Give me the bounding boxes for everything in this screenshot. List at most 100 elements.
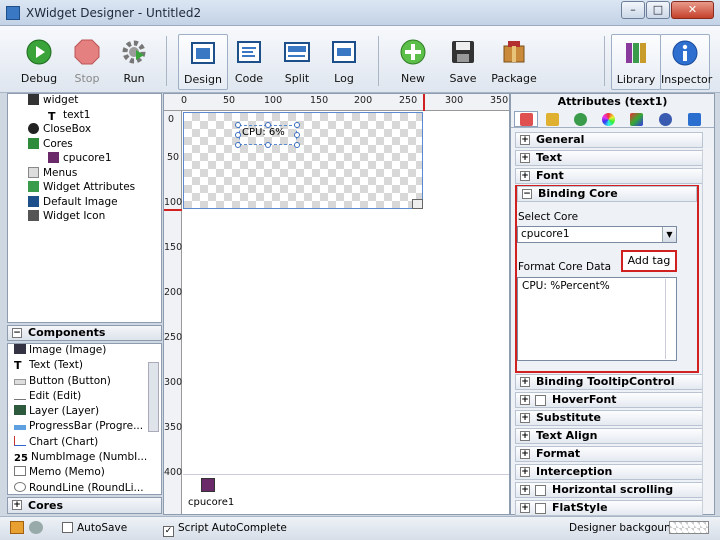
app-icon [6,6,20,20]
component-item[interactable]: RoundLine (RoundLi... [8,481,161,494]
tab-layers[interactable] [682,111,706,127]
autosave-toggle[interactable]: AutoSave [62,522,127,534]
section-hoverfont[interactable]: + HoverFont [515,392,703,408]
menu-icon [28,166,39,178]
tree-item-text1[interactable]: Ttext1 [8,109,161,124]
format-core-data-field[interactable]: CPU: %Percent% [517,277,677,361]
section-format[interactable]: + Format [515,446,703,462]
design-button[interactable]: Design [178,34,228,90]
section-font[interactable]: + Font [515,168,703,184]
tab-ruler[interactable] [540,111,564,127]
resize-handle[interactable] [294,132,300,138]
script-autocomplete-checkbox[interactable]: ✓ [163,526,174,537]
design-canvas[interactable]: 0 50 100 150 200 250 300 350 0 50 100 15… [163,93,510,515]
tab-attributes[interactable] [514,111,538,127]
script-autocomplete-toggle[interactable]: ✓ Script AutoComplete [163,522,287,537]
widget-tree: widget Ttext1 CloseBox Cores cpucore1 Me… [7,93,162,323]
resize-handle[interactable] [294,142,300,148]
section-horizontal-scrolling[interactable]: + Horizontal scrolling [515,482,703,498]
gear-icon [658,113,672,126]
component-item[interactable]: T Text (Text) [8,359,161,374]
tree-item-cores[interactable]: Cores [8,137,161,153]
component-item[interactable]: Edit (Edit) [8,390,161,405]
resize-handle[interactable] [235,122,241,128]
settings-icon[interactable] [29,521,43,534]
tab-shapes[interactable] [568,111,592,127]
tree-item-widget-attributes[interactable]: Widget Attributes [8,181,161,196]
tree-item-cpucore1[interactable]: cpucore1 [8,152,161,167]
component-item[interactable]: ProgressBar (Progre... [8,420,161,435]
section-flatstyle[interactable]: + FlatStyle [515,500,703,516]
section-text-align[interactable]: + Text Align [515,428,703,444]
expand-icon: + [520,467,530,477]
run-button[interactable]: Run [109,34,159,90]
section-text[interactable]: + Text [515,150,703,166]
autosave-checkbox[interactable] [62,522,73,533]
section-interception[interactable]: + Interception [515,464,703,480]
cores-header[interactable]: + Cores [7,497,162,514]
package-button[interactable]: Package [489,34,539,90]
folder-icon[interactable] [10,521,24,534]
resize-handle[interactable] [235,142,241,148]
tree-item-widget-icon[interactable]: Widget Icon [8,210,161,225]
add-tag-button[interactable]: Add tag [621,250,677,272]
attributes-scrollbar[interactable] [702,149,713,514]
window-title: XWidget Designer - Untitled2 [26,6,202,20]
select-core-dropdown[interactable]: cpucore1 ▼ [517,226,677,243]
horizontal-scrolling-checkbox[interactable] [535,485,546,496]
cpu-icon [48,152,59,163]
inspector-button[interactable]: Inspector [660,34,712,90]
cpu-icon[interactable] [201,478,215,492]
tree-item-menus[interactable]: Menus [8,166,161,182]
maximize-button[interactable]: □ [646,1,670,19]
stop-button[interactable]: Stop [62,34,112,90]
expand-icon: + [520,503,530,513]
library-button[interactable]: Library [611,34,661,90]
close-button[interactable]: ✕ [671,1,714,19]
component-item[interactable]: Button (Button) [8,375,161,390]
core-tray: cpucore1 [183,474,509,514]
tree-item-closebox[interactable]: CloseBox [8,123,161,138]
log-button[interactable]: Log [319,34,369,90]
image-icon [28,195,39,207]
resize-handle[interactable] [265,122,271,128]
attributes-panel: Attributes (text1) + General + Text + Font … [510,93,715,516]
tree-item-default-image[interactable]: Default Image [8,195,161,211]
log-icon [332,41,356,63]
tab-colors[interactable] [596,111,620,127]
save-button[interactable]: Save [438,34,488,90]
resize-grip-icon[interactable] [412,199,423,209]
new-button[interactable]: New [388,34,438,90]
tree-item-widget[interactable]: widget [8,94,161,109]
format-scrollbar[interactable] [665,279,675,359]
section-general[interactable]: + General [515,132,703,148]
section-substitute[interactable]: + Substitute [515,410,703,426]
component-item[interactable]: Memo (Memo) [8,466,161,481]
debug-button[interactable]: Debug [14,34,64,90]
resize-handle[interactable] [235,132,241,138]
core-label: cpucore1 [188,497,235,508]
component-item[interactable]: Image (Image) [8,344,161,359]
widget-design-surface[interactable]: CPU: 6% [183,112,423,209]
split-button[interactable]: Split [272,34,322,90]
flatstyle-checkbox[interactable] [535,503,546,514]
components-header[interactable]: − Components [7,325,162,341]
tab-settings[interactable] [653,111,677,127]
collapse-icon: − [12,328,22,338]
components-scrollbar[interactable] [148,362,159,432]
hoverfont-checkbox[interactable] [535,395,546,406]
section-binding-tooltipcontrol[interactable]: + Binding TooltipControl [515,374,703,390]
progressbar-icon [14,425,26,431]
component-item[interactable]: 25 NumbImage (NumbI... [8,451,161,466]
resize-handle[interactable] [265,142,271,148]
section-binding-core[interactable]: − Binding Core [517,186,697,202]
background-swatch[interactable] [669,521,709,534]
resize-handle[interactable] [294,122,300,128]
minimize-button[interactable]: – [621,1,645,19]
component-item[interactable]: Layer (Layer) [8,405,161,420]
code-button[interactable]: Code [224,34,274,90]
picture-icon [28,210,39,221]
tab-3d[interactable] [624,111,648,127]
component-item[interactable]: Chart (Chart) [8,435,161,451]
play-icon [26,39,52,65]
